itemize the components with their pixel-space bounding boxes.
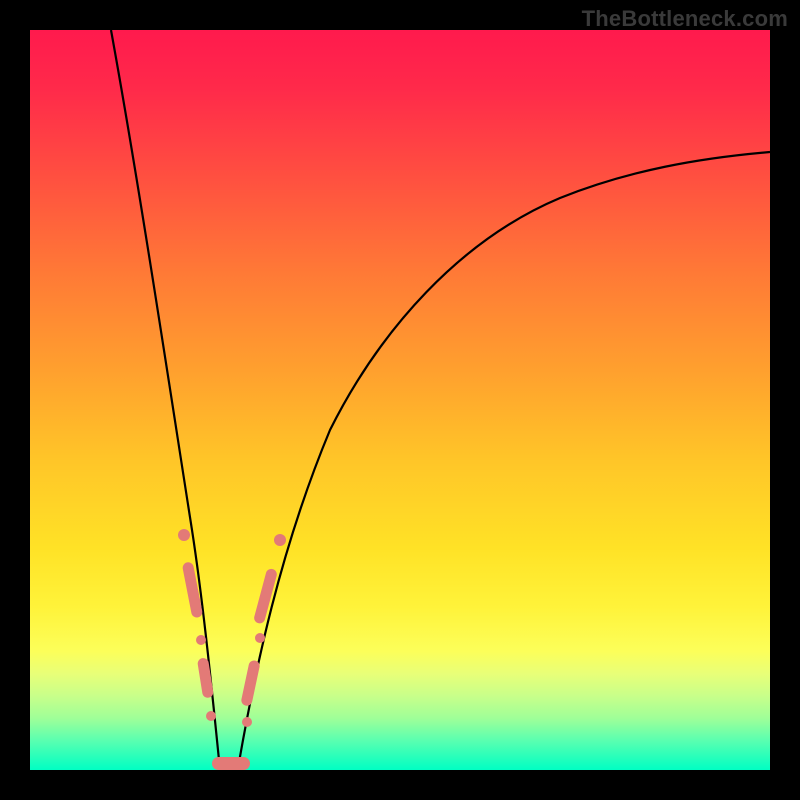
marker-dot <box>274 534 286 546</box>
watermark-text: TheBottleneck.com <box>582 6 788 32</box>
marker-dot <box>196 635 206 645</box>
marker-dot <box>178 529 190 541</box>
marker-dot <box>242 717 252 727</box>
marker-pill <box>240 659 260 706</box>
plot-area <box>30 30 770 770</box>
curve-right-branch <box>238 152 770 768</box>
chart-svg <box>30 30 770 770</box>
marker-dot <box>255 633 265 643</box>
marker-pill-bottom <box>212 757 250 770</box>
marker-dot <box>206 711 216 721</box>
